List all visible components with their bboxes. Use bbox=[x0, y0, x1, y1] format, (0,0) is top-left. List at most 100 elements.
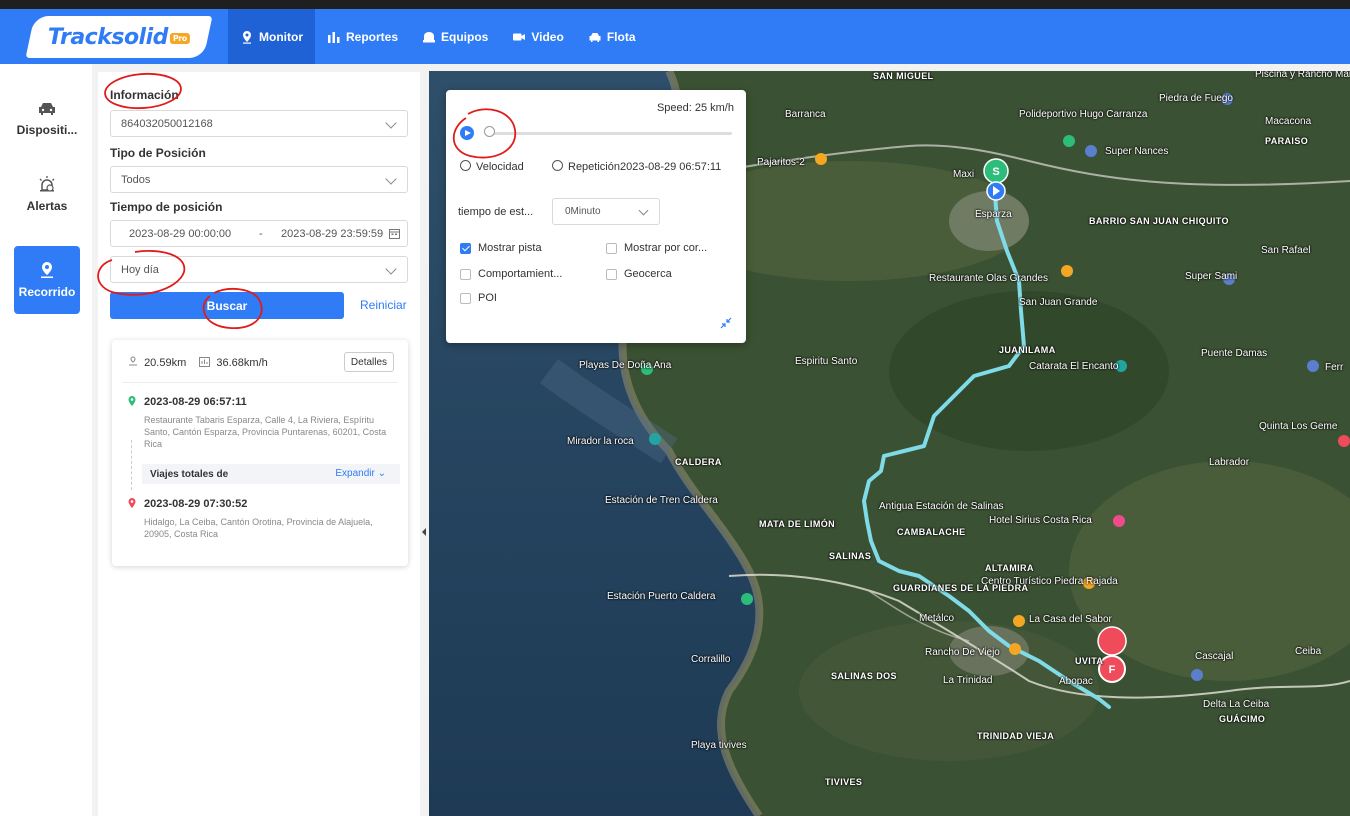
sidebar-item-dispositivos[interactable]: Dispositi... bbox=[14, 84, 80, 152]
timeline-connector bbox=[131, 440, 132, 490]
nav-video[interactable]: Video bbox=[500, 9, 575, 64]
chevron-down-icon: ⌄ bbox=[377, 468, 386, 479]
poi-checkbox[interactable]: POI bbox=[460, 292, 497, 304]
track-query-panel: Información 864032050012168 Tipo de Posi… bbox=[98, 72, 420, 816]
map-place-label: Abopac bbox=[1059, 676, 1093, 687]
trip-distance: 20.59km bbox=[144, 357, 187, 369]
map-place-label: CALDERA bbox=[675, 457, 722, 467]
trip-stats: 20.59km 36.68km/h bbox=[128, 356, 268, 369]
behavior-checkbox[interactable]: Comportamient... bbox=[460, 268, 562, 280]
map-place-label: Delta La Ceiba bbox=[1203, 699, 1270, 710]
expand-link[interactable]: Expandir ⌄ bbox=[335, 468, 386, 479]
map-place-label: Labrador bbox=[1209, 457, 1250, 468]
stop-time-select[interactable]: 0Minuto bbox=[552, 198, 660, 225]
map-place-label: Estación Puerto Caldera bbox=[607, 591, 716, 602]
chevron-down-icon bbox=[385, 173, 397, 185]
map-place-label: CAMBALACHE bbox=[897, 527, 966, 537]
nav-reportes[interactable]: Reportes bbox=[315, 9, 410, 64]
time-range-select[interactable]: Hoy día bbox=[110, 256, 408, 283]
map-place-label: Playa tivives bbox=[691, 740, 747, 751]
replay-icon bbox=[552, 160, 563, 171]
map-place-label: JUANILAMA bbox=[999, 345, 1056, 355]
play-button[interactable] bbox=[460, 126, 474, 140]
map-place-label: Super Nances bbox=[1105, 146, 1169, 157]
trip-end-time: 2023-08-29 07:30:52 bbox=[144, 498, 248, 510]
date-range-picker[interactable]: 2023-08-29 00:00:00 - 2023-08-29 23:59:5… bbox=[110, 220, 408, 247]
playback-progress-knob[interactable] bbox=[484, 126, 495, 137]
trip-summary-card: 20.59km 36.68km/h Detalles 2023-08-29 06… bbox=[112, 340, 408, 566]
tracksolid-logo[interactable]: Tracksolid Pro bbox=[25, 16, 213, 58]
nav-reportes-label: Reportes bbox=[346, 29, 399, 44]
map-place-label: Polideportivo Hugo Carranza bbox=[1019, 109, 1148, 120]
map-place-label: Estación de Tren Caldera bbox=[605, 495, 718, 506]
map-place-label: Antigua Estación de Salinas bbox=[879, 501, 1004, 512]
show-by-color-label: Mostrar por cor... bbox=[624, 242, 708, 254]
date-start[interactable]: 2023-08-29 00:00:00 bbox=[129, 228, 231, 240]
playback-control-popup: Speed: 25 km/h Velocidad Repetición2023-… bbox=[446, 90, 746, 343]
map-place-label: Ferr bbox=[1325, 362, 1344, 373]
replay-control[interactable]: Repetición2023-08-29 06:57:11 bbox=[552, 160, 721, 173]
collapse-panel-handle[interactable] bbox=[420, 520, 428, 544]
replay-label: Repetición2023-08-29 06:57:11 bbox=[568, 161, 722, 173]
end-point-icon bbox=[128, 498, 136, 508]
nav-equipos[interactable]: Equipos bbox=[410, 9, 500, 64]
nav-equipos-label: Equipos bbox=[441, 29, 489, 44]
sidebar-item-recorrido[interactable]: Recorrido bbox=[14, 246, 80, 314]
map-place-label: Espiritu Santo bbox=[795, 356, 858, 367]
window-top-strip bbox=[0, 0, 1350, 9]
chevron-down-icon bbox=[385, 117, 397, 129]
collapse-arrows-icon[interactable] bbox=[720, 317, 732, 329]
show-by-color-checkbox[interactable]: Mostrar por cor... bbox=[606, 242, 707, 254]
logo-pro-badge: Pro bbox=[170, 32, 190, 43]
date-separator: - bbox=[259, 227, 263, 240]
poi-label: POI bbox=[478, 292, 497, 304]
map-place-label: SAN MIGUEL bbox=[873, 71, 934, 81]
info-label: Información bbox=[110, 88, 179, 102]
map-place-label: GUÁCIMO bbox=[1219, 714, 1266, 724]
location-pin-icon bbox=[243, 30, 251, 44]
map-place-label: Super Sami bbox=[1185, 271, 1238, 282]
nav-monitor-label: Monitor bbox=[259, 29, 303, 44]
top-navigation-bar: Tracksolid Pro Monitor Reportes Equipos V… bbox=[0, 9, 1350, 64]
details-button[interactable]: Detalles bbox=[344, 352, 394, 372]
trip-end-address: Hidalgo, La Ceiba, Cantón Orotina, Provi… bbox=[144, 517, 373, 539]
speed-icon bbox=[199, 357, 211, 367]
map-place-label: Hotel Sirius Costa Rica bbox=[989, 515, 1092, 526]
stop-time-label: tiempo de est... bbox=[458, 206, 534, 218]
device-icon bbox=[423, 31, 436, 42]
map-place-label: Piscina y Rancho Manantial bbox=[1255, 71, 1350, 80]
velocity-label: Velocidad bbox=[476, 161, 524, 173]
car-icon bbox=[39, 103, 55, 115]
trip-start-time: 2023-08-29 06:57:11 bbox=[144, 396, 247, 408]
main-nav: Monitor Reportes Equipos Video Flota bbox=[228, 9, 648, 64]
map-place-label: PARAISO bbox=[1265, 136, 1309, 146]
show-track-checkbox[interactable]: Mostrar pista bbox=[460, 242, 542, 254]
expand-label: Expandir bbox=[335, 468, 375, 479]
date-end[interactable]: 2023-08-29 23:59:59 bbox=[281, 228, 383, 240]
map-place-label: Cascajal bbox=[1195, 651, 1234, 662]
map-place-label: Puente Damas bbox=[1201, 348, 1268, 359]
car-icon bbox=[589, 32, 601, 42]
device-select[interactable]: 864032050012168 bbox=[110, 110, 408, 137]
search-button[interactable]: Buscar bbox=[110, 292, 344, 319]
playback-progress-track[interactable] bbox=[486, 132, 732, 135]
trip-start-address: Restaurante Tabaris Esparza, Calle 4, La… bbox=[144, 415, 387, 449]
map-place-label: Quinta Los Geme bbox=[1259, 421, 1338, 432]
left-sidebar: Dispositi... Alertas Recorrido bbox=[0, 64, 92, 816]
velocity-control[interactable]: Velocidad bbox=[460, 160, 524, 173]
reset-link[interactable]: Reiniciar bbox=[360, 298, 407, 312]
speedometer-icon bbox=[460, 160, 471, 171]
map-place-label: Maxi bbox=[953, 169, 975, 180]
playback-speed-text: Speed: 25 km/h bbox=[656, 102, 734, 114]
map-place-label: ALTAMIRA bbox=[985, 563, 1034, 573]
sidebar-item-alertas[interactable]: Alertas bbox=[14, 160, 80, 228]
geofence-checkbox[interactable]: Geocerca bbox=[606, 268, 672, 280]
position-type-select[interactable]: Todos bbox=[110, 166, 408, 193]
map-place-label: San Rafael bbox=[1261, 245, 1311, 256]
nav-monitor[interactable]: Monitor bbox=[228, 9, 315, 64]
nav-flota[interactable]: Flota bbox=[576, 9, 648, 64]
map-place-label: GUARDIANES DE LA PIEDRA bbox=[893, 583, 1029, 593]
map-place-label: SALINAS bbox=[829, 551, 872, 561]
total-trips-row[interactable]: Viajes totales de Expandir ⌄ bbox=[142, 464, 400, 484]
map-place-label: Mirador la roca bbox=[567, 436, 634, 447]
